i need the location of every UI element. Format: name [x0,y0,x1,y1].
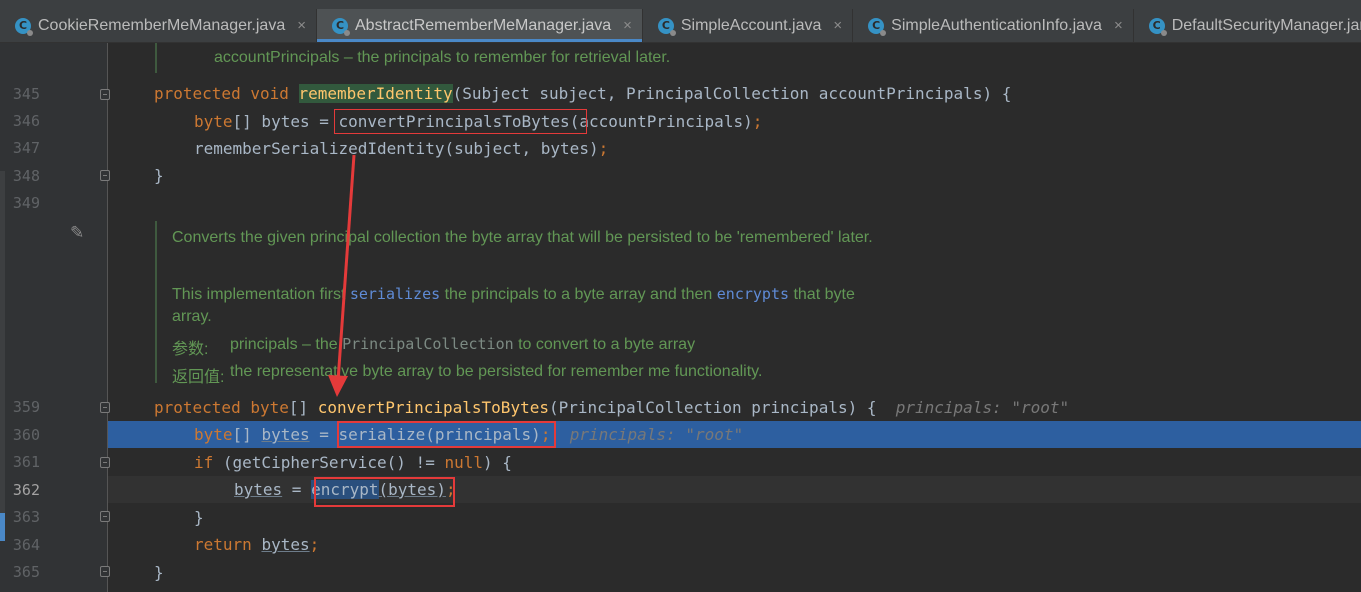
close-icon[interactable]: × [297,17,306,34]
tab-label: DefaultSecurityManager.jar [1171,16,1361,34]
close-icon[interactable]: × [623,17,632,34]
window-top-strip [0,0,1361,9]
tab-default-security-manager[interactable]: C DefaultSecurityManager.jar [1134,9,1361,42]
tab-label: SimpleAuthenticationInfo.java [891,16,1102,34]
close-icon[interactable]: × [833,17,842,34]
java-class-icon: C [868,17,887,36]
java-class-icon: C [332,17,350,36]
java-class-icon: C [15,17,33,36]
editor-tab-bar: C CookieRememberMeManager.java × C Abstr… [0,9,1361,43]
java-class-icon: C [1148,17,1167,36]
tab-cookie-remember-me-manager[interactable]: C CookieRememberMeManager.java × [0,9,317,42]
close-icon[interactable]: × [1114,17,1123,34]
tab-simple-account[interactable]: C SimpleAccount.java × [643,9,854,42]
code-editor[interactable]: 345 346 347 348 349 359 360 361 362 363 … [0,43,1361,592]
java-class-icon: C [657,17,676,36]
tab-label: CookieRememberMeManager.java [38,16,286,34]
tab-label: AbstractRememberMeManager.java [355,16,612,34]
tab-label: SimpleAccount.java [680,16,822,34]
annotation-arrow [328,154,356,397]
tab-simple-authentication-info[interactable]: C SimpleAuthenticationInfo.java × [853,9,1134,42]
tab-abstract-remember-me-manager[interactable]: C AbstractRememberMeManager.java × [317,9,643,42]
